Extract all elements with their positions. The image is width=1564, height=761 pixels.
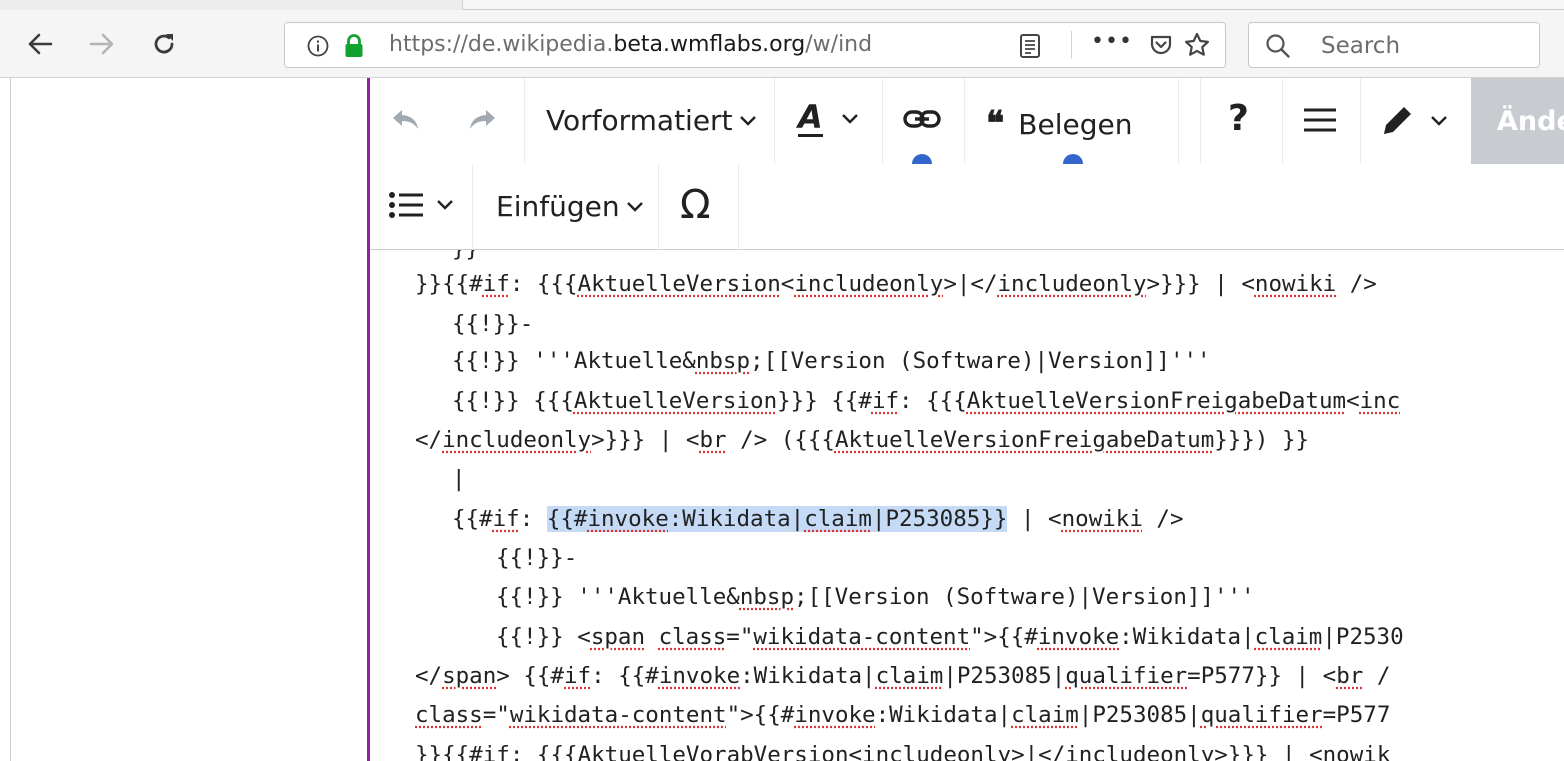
help-button[interactable]: ? (1228, 98, 1249, 139)
search-input[interactable]: Search (1321, 33, 1400, 59)
quote-icon: ❝ (986, 104, 1005, 144)
arrow-left-icon (28, 33, 53, 55)
toolbar-separator (472, 164, 473, 250)
list-dropdown[interactable] (388, 190, 454, 220)
code-line: </includeonly>}}} | <br /> ({{{AktuelleV… (415, 427, 1310, 453)
undo-icon (393, 110, 418, 129)
menu-icon (1304, 108, 1336, 132)
toolbar-separator (738, 164, 739, 250)
toolbar-separator (1178, 78, 1179, 164)
chevron-down-icon (1430, 115, 1448, 127)
toolbar-separator (524, 78, 525, 164)
code-line: {{!}} '''Aktuelle&nbsp;[[Version (Softwa… (496, 584, 1255, 610)
toolbar-separator (964, 78, 965, 164)
pencil-icon (1384, 107, 1411, 134)
bullet-list-icon (389, 192, 423, 218)
special-characters-button[interactable]: Ω (680, 182, 711, 228)
help-label: ? (1228, 98, 1249, 139)
url-domain: beta.wmflabs.org (613, 32, 806, 57)
tab-strip (0, 0, 1564, 10)
active-tab-edge[interactable] (462, 0, 1564, 10)
sidebar-divider (10, 78, 11, 761)
bookmark-star-icon[interactable] (1183, 31, 1211, 63)
cite-button[interactable]: ❝ Belegen (986, 104, 1132, 144)
reader-view-icon[interactable] (1019, 33, 1041, 63)
wikitext-editor[interactable]: }} }}{{#if: {{{AktuelleVersion<includeon… (370, 250, 1564, 761)
paragraph-format-label: Vorformatiert (546, 104, 733, 137)
chevron-down-icon (626, 201, 644, 213)
page-actions-button[interactable]: ••• (1091, 29, 1133, 54)
code-line: | (452, 466, 466, 492)
pocket-icon[interactable] (1149, 33, 1173, 61)
code-line: class="wikidata-content">{{#invoke:Wikid… (415, 702, 1391, 728)
chevron-down-icon (841, 113, 859, 125)
search-icon (1265, 33, 1291, 63)
insert-label: Einfügen (496, 190, 620, 223)
toolbar-separator (1200, 78, 1201, 164)
code-line: }} (452, 250, 479, 264)
lock-icon[interactable] (343, 33, 365, 63)
info-icon[interactable] (307, 35, 329, 61)
link-button[interactable] (902, 104, 942, 134)
navigation-toolbar: https://de.wikipedia.beta.wmflabs.org/w/… (0, 10, 1564, 78)
code-line: {{!}} '''Aktuelle&nbsp;[[Version (Softwa… (452, 348, 1211, 374)
url-bar[interactable]: https://de.wikipedia.beta.wmflabs.org/w/… (284, 22, 1226, 68)
paragraph-format-dropdown[interactable]: Vorformatiert (546, 104, 757, 137)
toolbar-separator (1282, 78, 1283, 164)
url-text[interactable]: https://de.wikipedia.beta.wmflabs.org/w/… (389, 32, 959, 57)
url-separator (1071, 31, 1072, 59)
redo-button[interactable] (466, 106, 498, 134)
editor-toolbar-secondary: Einfügen Ω (370, 164, 1564, 250)
redo-icon (470, 110, 495, 129)
link-icon (903, 110, 941, 128)
toolbar-separator (658, 164, 659, 250)
search-bar[interactable]: Search (1248, 22, 1540, 68)
omega-icon: Ω (680, 182, 711, 228)
code-line: {{!}} {{{AktuelleVersion}}} {{#if: {{{Ak… (452, 388, 1401, 414)
page-options-button[interactable] (1302, 106, 1338, 134)
text-style-dropdown[interactable]: A (798, 100, 859, 137)
back-button[interactable] (20, 24, 60, 64)
toolbar-separator (1360, 78, 1361, 164)
code-line: </span> {{#if: {{#invoke:Wikidata|claim|… (415, 663, 1391, 689)
forward-button[interactable] (82, 24, 122, 64)
chevron-down-icon (436, 199, 454, 211)
editor-switch-dropdown[interactable] (1380, 104, 1448, 138)
arrow-right-icon (89, 33, 114, 55)
reload-icon (154, 34, 174, 54)
code-line: }}{{#if: {{{AktuelleVersion<includeonly>… (415, 271, 1377, 297)
save-changes-button[interactable]: Ände (1471, 78, 1564, 164)
cite-label: Belegen (1018, 107, 1133, 141)
code-line: {{!}}- (452, 311, 534, 337)
code-line: }}{{#if: {{{AktuelleVorabVersion<include… (415, 742, 1391, 761)
toolbar-separator (882, 78, 883, 164)
selected-text[interactable]: {{#invoke:Wikidata|claim|P253085}} (546, 506, 1008, 532)
toolbar-separator (774, 78, 775, 164)
undo-button[interactable] (390, 106, 422, 134)
url-path: /w/ind (805, 32, 873, 57)
code-line: {{!}} <span class="wikidata-content">{{#… (496, 624, 1404, 650)
text-style-icon: A (798, 98, 823, 137)
url-prefix: https://de.wikipedia. (389, 32, 614, 57)
chevron-down-icon (739, 115, 757, 127)
reload-button[interactable] (144, 24, 184, 64)
code-line: {{#if: {{#invoke:Wikidata|claim|P253085}… (452, 506, 1184, 532)
code-line: {{!}}- (496, 545, 578, 571)
url-fade (905, 27, 965, 63)
insert-dropdown[interactable]: Einfügen (496, 190, 644, 223)
editor-toolbar: Vorformatiert A ❝ Belegen ? Ände (370, 78, 1564, 174)
